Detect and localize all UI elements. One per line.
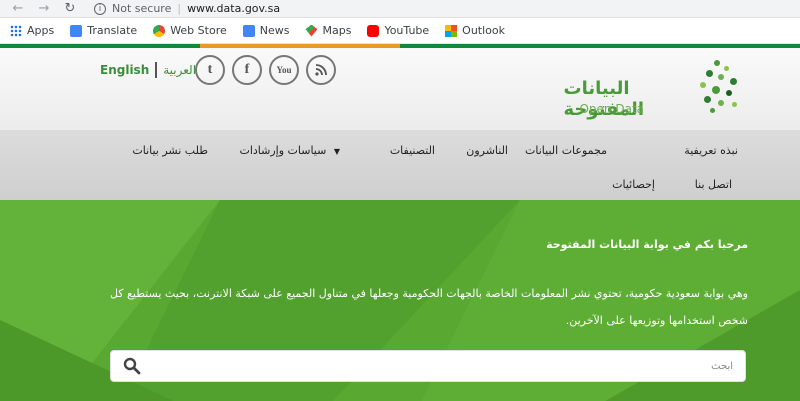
search-box (110, 350, 746, 382)
language-arabic-link[interactable]: العربية (163, 63, 196, 77)
menu-item-datasets[interactable]: مجموعات البيانات (525, 144, 607, 157)
reload-icon[interactable]: ↻ (62, 1, 78, 16)
menu-item-policies-label: سياسات وإرشادات (239, 144, 327, 157)
bookmark-label: Maps (322, 24, 352, 37)
url-separator: | (177, 2, 182, 15)
security-label[interactable]: Not secure (112, 2, 171, 15)
bookmark-apps[interactable]: Apps (10, 24, 54, 37)
language-switcher: English العربية (100, 62, 196, 78)
apps-grid-icon (10, 24, 22, 37)
bookmark-label: Apps (27, 24, 55, 37)
outlook-icon (445, 24, 458, 37)
caret-down-icon: ▼ (333, 147, 340, 156)
logo-english-text: Open Data (579, 102, 644, 116)
search-input[interactable] (147, 360, 745, 372)
menu-item-stats[interactable]: إحصائيات (612, 178, 655, 191)
menu-item-policies[interactable]: سياسات وإرشادات ▼ (239, 144, 340, 157)
bookmark-label: Web Store (170, 24, 227, 37)
main-menu: نبذه تعريفية مجموعات البيانات الناشرون ا… (0, 130, 800, 200)
back-arrow-icon[interactable]: ← (10, 1, 26, 16)
bookmark-label: Outlook (462, 24, 506, 37)
bookmark-label: News (259, 24, 290, 37)
menu-item-about[interactable]: نبذه تعريفية (684, 144, 738, 157)
translate-icon (70, 24, 83, 37)
bookmarks-bar: Apps Translate Web Store News Maps YouTu… (0, 18, 800, 44)
bookmark-label: Translate (87, 24, 138, 37)
youtube-icon (367, 24, 380, 37)
bookmark-outlook[interactable]: Outlook (445, 24, 505, 37)
social-links: t f You (195, 55, 343, 85)
bookmark-youtube[interactable]: YouTube (367, 24, 429, 37)
open-data-logo[interactable]: البيانات المفتوحة Open Data (564, 58, 742, 120)
hero-banner: مرحبا بكم في بوابة البيانات المفتوحة وهي… (0, 200, 800, 401)
hero-description: وهي بوابة سعودية حكومية، تحتوي نشر المعل… (109, 287, 748, 327)
bookmark-web-store[interactable]: Web Store (153, 24, 227, 37)
youtube-icon[interactable]: You (269, 55, 299, 85)
language-english-link[interactable]: English (100, 63, 149, 77)
menu-item-contact[interactable]: اتصل بنا (695, 178, 732, 191)
bookmark-news[interactable]: News (242, 24, 290, 37)
web-store-icon (153, 24, 166, 37)
search-icon[interactable] (117, 357, 147, 375)
bookmark-label: YouTube (384, 24, 430, 37)
menu-item-categories[interactable]: التصنيفات (390, 144, 435, 157)
site-header: English العربية t f You البيانات المفتوح… (0, 48, 800, 130)
twitter-icon[interactable]: t (195, 55, 225, 85)
info-icon[interactable]: i (94, 2, 106, 15)
maps-icon (305, 24, 318, 37)
forward-arrow-icon[interactable]: → (36, 1, 52, 16)
bookmark-translate[interactable]: Translate (70, 24, 137, 37)
facebook-icon[interactable]: f (232, 55, 262, 85)
rss-icon[interactable] (306, 55, 336, 85)
hero-title: مرحبا بكم في بوابة البيانات المفتوحة (546, 238, 748, 251)
bookmark-maps[interactable]: Maps (305, 24, 351, 37)
menu-item-request[interactable]: طلب نشر بيانات (132, 144, 208, 157)
news-icon (242, 24, 255, 37)
logo-dots-icon (694, 58, 742, 118)
language-divider (155, 62, 158, 78)
browser-url-bar: ← → ↻ i Not secure | www.data.gov.sa (0, 0, 800, 18)
menu-item-publishers[interactable]: الناشرون (466, 144, 508, 157)
address-bar-url[interactable]: www.data.gov.sa (187, 2, 280, 15)
